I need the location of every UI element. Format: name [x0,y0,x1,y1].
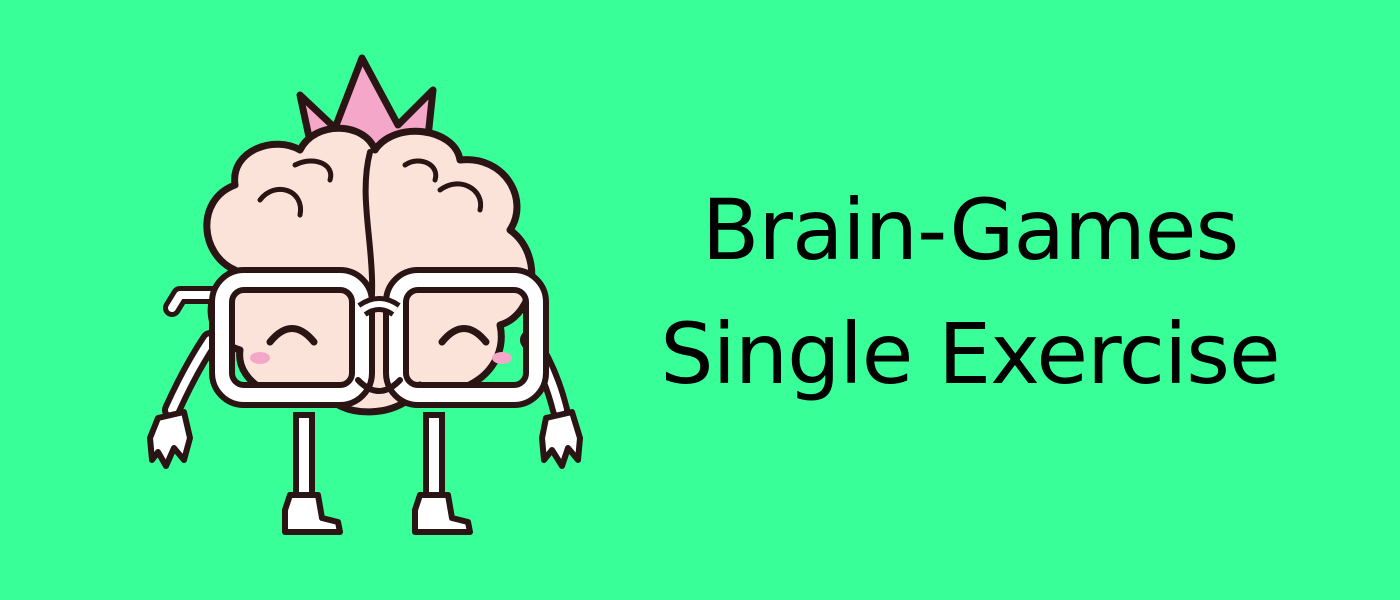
title-line-2: Single Exercise [660,305,1280,403]
banner: Brain-Games Single Exercise [0,0,1400,600]
title-line-1: Brain-Games [701,181,1239,279]
legs [282,412,473,535]
page-title: Brain-Games Single Exercise [620,168,1320,416]
brain-mascot-icon [147,54,583,535]
